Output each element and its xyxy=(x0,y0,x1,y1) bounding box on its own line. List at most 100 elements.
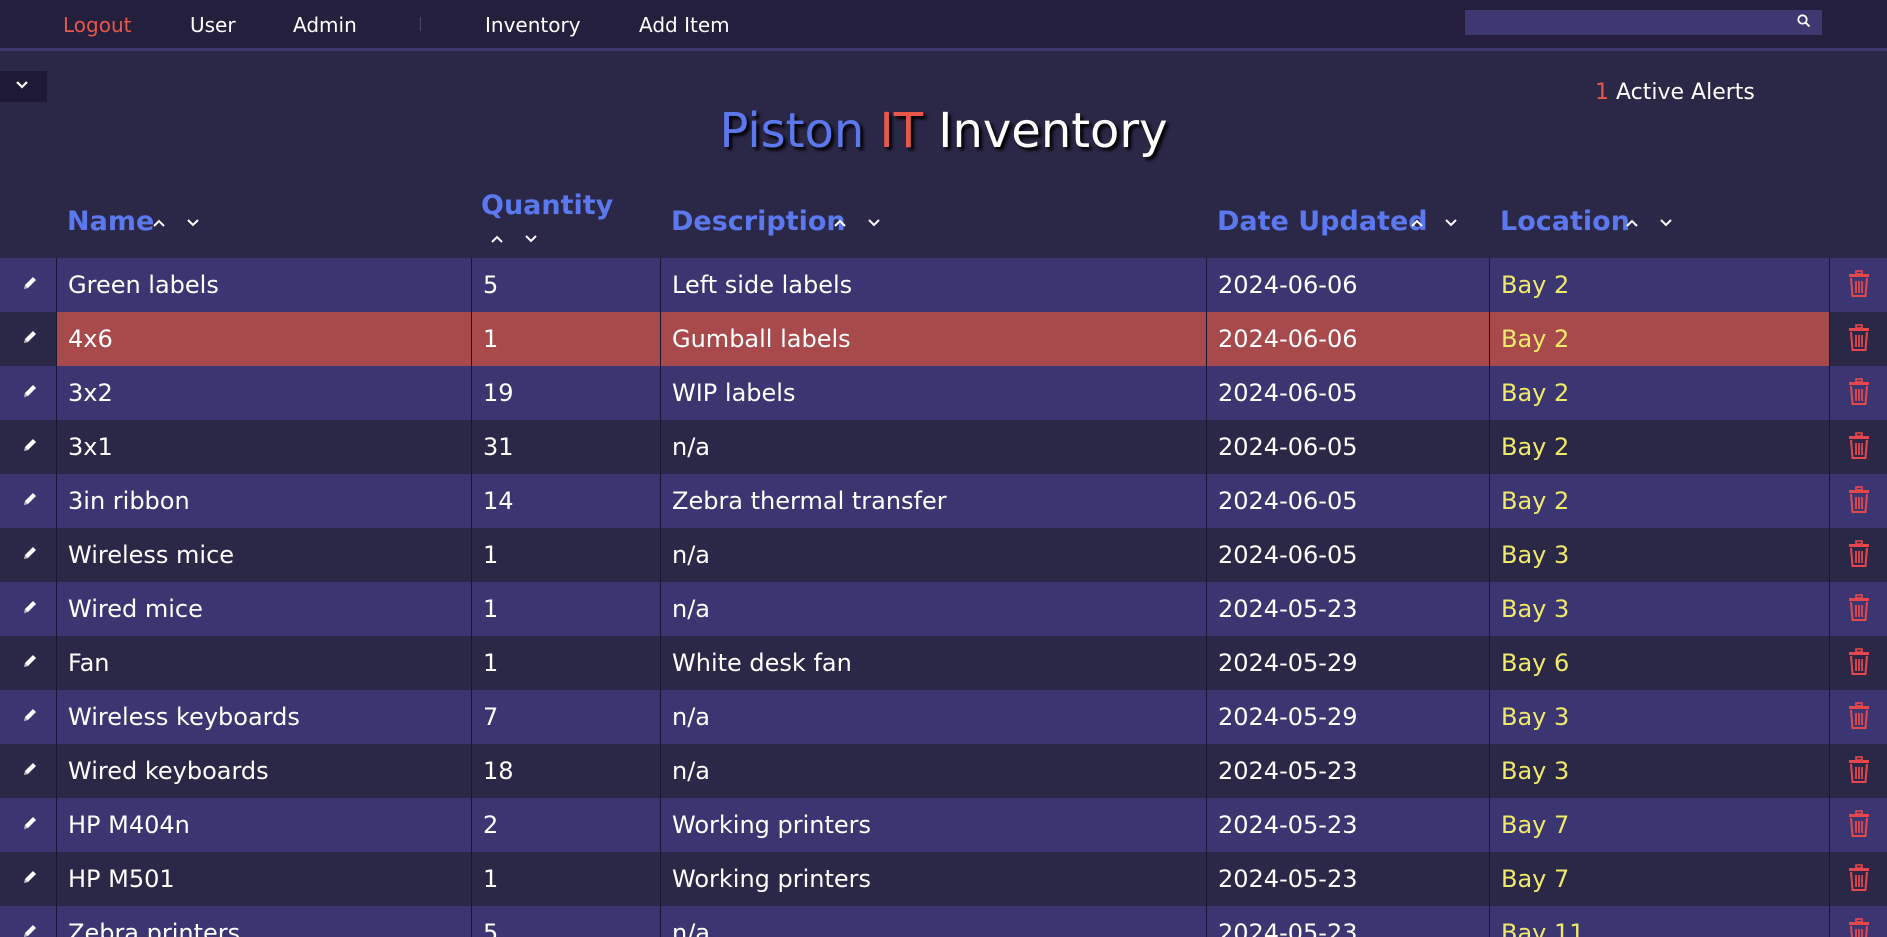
cell-description: n/a xyxy=(660,582,1206,636)
edit-button[interactable] xyxy=(0,636,56,690)
top-nav: Logout User Admin Inventory Add Item xyxy=(0,0,1887,51)
edit-button[interactable] xyxy=(0,312,56,366)
trash-icon xyxy=(1849,378,1869,405)
edit-button[interactable] xyxy=(0,582,56,636)
trash-icon xyxy=(1849,756,1869,783)
cell-location: Bay 7 xyxy=(1489,852,1829,906)
cell-date-updated: 2024-05-29 xyxy=(1206,636,1489,690)
alert-count: 1 xyxy=(1595,80,1609,105)
edit-button[interactable] xyxy=(0,690,56,744)
cell-description: Gumball labels xyxy=(660,312,1206,366)
edit-button[interactable] xyxy=(0,852,56,906)
delete-button[interactable] xyxy=(1829,906,1887,937)
sort-ascending-icon[interactable] xyxy=(1409,216,1425,230)
edit-button[interactable] xyxy=(0,798,56,852)
edit-icon xyxy=(24,709,36,721)
edit-button[interactable] xyxy=(0,744,56,798)
table-row: Wireless keyboards 7 n/a 2024-05-29 Bay 3 xyxy=(0,690,1887,744)
cell-name: Wireless mice xyxy=(56,528,471,582)
delete-button[interactable] xyxy=(1829,474,1887,528)
delete-button[interactable] xyxy=(1829,528,1887,582)
cell-location: Bay 2 xyxy=(1489,258,1829,312)
sort-descending-icon[interactable] xyxy=(523,232,539,246)
delete-button[interactable] xyxy=(1829,420,1887,474)
column-header-description[interactable]: Description xyxy=(671,206,846,237)
trash-icon xyxy=(1849,432,1869,459)
search-icon[interactable] xyxy=(1796,13,1812,29)
sort-descending-icon[interactable] xyxy=(185,216,201,230)
cell-description: Working printers xyxy=(660,798,1206,852)
delete-button[interactable] xyxy=(1829,258,1887,312)
delete-button[interactable] xyxy=(1829,582,1887,636)
nav-logout-link[interactable]: Logout xyxy=(63,13,131,37)
edit-button[interactable] xyxy=(0,906,56,937)
table-row: 3x1 31 n/a 2024-06-05 Bay 2 xyxy=(0,420,1887,474)
alert-label: Active Alerts xyxy=(1616,80,1755,105)
cell-name: HP M404n xyxy=(56,798,471,852)
cell-name: 3in ribbon xyxy=(56,474,471,528)
trash-icon xyxy=(1849,486,1869,513)
trash-icon xyxy=(1849,864,1869,891)
sort-descending-icon[interactable] xyxy=(1443,216,1459,230)
delete-button[interactable] xyxy=(1829,744,1887,798)
cell-date-updated: 2024-06-05 xyxy=(1206,474,1489,528)
table-row: Wired mice 1 n/a 2024-05-23 Bay 3 xyxy=(0,582,1887,636)
cell-name: 4x6 xyxy=(56,312,471,366)
edit-icon xyxy=(24,277,36,289)
table-row: 4x6 1 Gumball labels 2024-06-06 Bay 2 xyxy=(0,312,1887,366)
delete-button[interactable] xyxy=(1829,366,1887,420)
delete-button[interactable] xyxy=(1829,690,1887,744)
trash-icon xyxy=(1849,594,1869,621)
sort-descending-icon[interactable] xyxy=(866,216,882,230)
page-title: Piston IT Inventory xyxy=(0,103,1887,159)
sort-descending-icon[interactable] xyxy=(1658,216,1674,230)
trash-icon xyxy=(1849,648,1869,675)
cell-quantity: 18 xyxy=(471,744,660,798)
edit-button[interactable] xyxy=(0,474,56,528)
cell-description: n/a xyxy=(660,528,1206,582)
cell-description: n/a xyxy=(660,420,1206,474)
collapse-toggle-button[interactable] xyxy=(0,71,47,102)
cell-location: Bay 3 xyxy=(1489,744,1829,798)
nav-user-link[interactable]: User xyxy=(190,13,236,37)
inventory-table: Green labels 5 Left side labels 2024-06-06 B… xyxy=(0,258,1887,937)
cell-description: WIP labels xyxy=(660,366,1206,420)
sort-ascending-icon[interactable] xyxy=(151,216,167,230)
cell-location: Bay 2 xyxy=(1489,366,1829,420)
nav-admin-link[interactable]: Admin xyxy=(293,13,357,37)
cell-location: Bay 7 xyxy=(1489,798,1829,852)
column-header-quantity[interactable]: Quantity xyxy=(481,190,613,221)
column-header-location[interactable]: Location xyxy=(1500,206,1630,237)
edit-button[interactable] xyxy=(0,420,56,474)
nav-add-item-link[interactable]: Add Item xyxy=(639,13,730,37)
cell-date-updated: 2024-05-23 xyxy=(1206,582,1489,636)
edit-button[interactable] xyxy=(0,258,56,312)
edit-button[interactable] xyxy=(0,366,56,420)
nav-inventory-link[interactable]: Inventory xyxy=(485,13,581,37)
active-alerts[interactable]: 1 Active Alerts xyxy=(1595,80,1755,105)
delete-button[interactable] xyxy=(1829,852,1887,906)
delete-button[interactable] xyxy=(1829,798,1887,852)
sort-ascending-icon[interactable] xyxy=(489,232,505,246)
delete-button[interactable] xyxy=(1829,636,1887,690)
cell-location: Bay 6 xyxy=(1489,636,1829,690)
edit-button[interactable] xyxy=(0,528,56,582)
chevron-down-icon xyxy=(16,81,28,89)
edit-icon xyxy=(24,925,36,937)
edit-icon xyxy=(24,439,36,451)
edit-icon xyxy=(24,601,36,613)
cell-name: HP M501 xyxy=(56,852,471,906)
nav-divider xyxy=(420,17,421,31)
cell-quantity: 2 xyxy=(471,798,660,852)
cell-name: Wired keyboards xyxy=(56,744,471,798)
cell-description: n/a xyxy=(660,744,1206,798)
column-header-date-updated[interactable]: Date Updated xyxy=(1217,206,1428,237)
sort-ascending-icon[interactable] xyxy=(832,216,848,230)
cell-date-updated: 2024-05-23 xyxy=(1206,852,1489,906)
column-header-name[interactable]: Name xyxy=(67,206,154,237)
sort-ascending-icon[interactable] xyxy=(1624,216,1640,230)
edit-icon xyxy=(24,817,36,829)
search-input[interactable] xyxy=(1465,10,1822,35)
delete-button[interactable] xyxy=(1829,312,1887,366)
cell-location: Bay 2 xyxy=(1489,420,1829,474)
